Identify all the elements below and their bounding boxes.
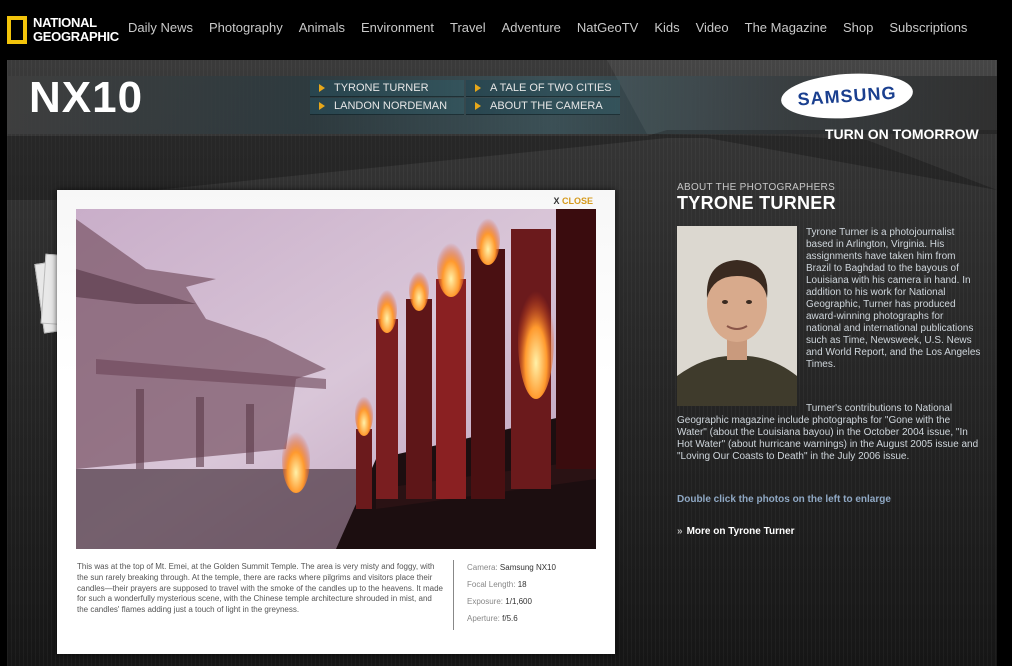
nav-link-video[interactable]: Video xyxy=(688,20,737,35)
sub-nav-label: TYRONE TURNER xyxy=(334,82,429,94)
more-link-label: More on Tyrone Turner xyxy=(686,526,795,537)
enlarge-hint: Double click the photos on the left to e… xyxy=(677,494,891,505)
sponsor-block[interactable]: SAMSUNG TURN ON TOMORROW xyxy=(777,69,979,152)
featured-photo[interactable] xyxy=(76,209,596,549)
sub-nav-label: A TALE OF TWO CITIES xyxy=(490,82,612,94)
spec-key: Exposure: xyxy=(467,597,504,606)
nav-link-the-magazine[interactable]: The Magazine xyxy=(737,20,835,35)
nav-link-daily-news[interactable]: Daily News xyxy=(120,20,201,35)
close-button[interactable]: X CLOSE xyxy=(553,196,593,206)
portrait-image xyxy=(677,226,797,406)
sub-nav-label: LANDON NORDEMAN xyxy=(334,100,448,112)
more-on-photographer-link[interactable]: » More on Tyrone Turner xyxy=(677,526,795,537)
nav-link-environment[interactable]: Environment xyxy=(353,20,442,35)
yellow-border-icon xyxy=(7,16,27,44)
spec-value: f/5.6 xyxy=(502,614,518,623)
spec-key: Camera: xyxy=(467,563,498,572)
nav-link-animals[interactable]: Animals xyxy=(291,20,353,35)
spec-aperture: Aperture: f/5.6 xyxy=(467,613,556,630)
spec-key: Aperture: xyxy=(467,614,500,623)
nav-link-subscriptions[interactable]: Subscriptions xyxy=(881,20,975,35)
nav-link-photography[interactable]: Photography xyxy=(201,20,291,35)
spec-key: Focal Length: xyxy=(467,580,516,589)
arrow-right-icon xyxy=(475,84,481,92)
caption-divider xyxy=(453,560,454,630)
camera-specs: Camera: Samsung NX10 Focal Length: 18 Ex… xyxy=(467,562,556,630)
arrow-right-icon xyxy=(319,84,325,92)
photographer-name: TYRONE TURNER xyxy=(677,193,836,213)
spec-value: Samsung NX10 xyxy=(499,563,556,572)
about-kicker: ABOUT THE PHOTOGRAPHERS xyxy=(677,182,836,193)
feature-sub-nav: TYRONE TURNER A TALE OF TWO CITIES LANDO… xyxy=(310,80,620,115)
arrow-right-icon xyxy=(319,102,325,110)
about-header: ABOUT THE PHOTOGRAPHERS TYRONE TURNER xyxy=(677,182,979,214)
nav-link-adventure[interactable]: Adventure xyxy=(494,20,569,35)
spec-focal-length: Focal Length: 18 xyxy=(467,579,556,596)
logo-text-line-2: GEOGRAPHIC xyxy=(33,29,119,44)
nav-link-natgeotv[interactable]: NatGeoTV xyxy=(569,20,646,35)
close-label: CLOSE xyxy=(561,196,593,206)
temple-candles-photo xyxy=(76,209,596,549)
sub-nav-label: ABOUT THE CAMERA xyxy=(490,100,603,112)
nav-link-shop[interactable]: Shop xyxy=(835,20,881,35)
sub-nav-about-the-camera[interactable]: ABOUT THE CAMERA xyxy=(466,98,620,115)
double-chevron-icon: » xyxy=(677,526,683,537)
sponsor-tagline: TURN ON TOMORROW xyxy=(825,126,979,142)
nav-link-kids[interactable]: Kids xyxy=(646,20,687,35)
main-nav: Daily News Photography Animals Environme… xyxy=(120,20,975,35)
photo-popup: X CLOSE This was at the top of Mt. Emei,… xyxy=(57,190,615,654)
spec-exposure: Exposure: 1/1,600 xyxy=(467,596,556,613)
sub-nav-landon-nordeman[interactable]: LANDON NORDEMAN xyxy=(310,98,464,115)
logo-text-line-1: NATIONAL xyxy=(33,15,97,30)
bio-paragraph-1: Tyrone Turner is a photojournalist based… xyxy=(806,227,981,370)
arrow-right-icon xyxy=(475,102,481,110)
national-geographic-logo[interactable]: NATIONAL GEOGRAPHIC xyxy=(7,15,119,47)
nx10-logo: NX10 xyxy=(29,73,144,122)
sub-nav-tyrone-turner[interactable]: TYRONE TURNER xyxy=(310,80,464,97)
bio-paragraph-2: Turner's contributions to National Geogr… xyxy=(677,403,979,462)
close-icon: X xyxy=(553,196,560,206)
spec-camera: Camera: Samsung NX10 xyxy=(467,562,556,579)
samsung-logo: SAMSUNG xyxy=(779,69,915,123)
photographer-portrait xyxy=(677,226,797,406)
samsung-wordmark: SAMSUNG xyxy=(796,82,898,109)
spec-value: 18 xyxy=(517,580,527,589)
spec-value: 1/1,600 xyxy=(505,597,532,606)
top-navigation-bar: NATIONAL GEOGRAPHIC Daily News Photograp… xyxy=(0,0,1012,60)
photo-caption: This was at the top of Mt. Emei, at the … xyxy=(77,562,443,615)
nav-link-travel[interactable]: Travel xyxy=(442,20,494,35)
sub-nav-tale-of-two-cities[interactable]: A TALE OF TWO CITIES xyxy=(466,80,620,97)
